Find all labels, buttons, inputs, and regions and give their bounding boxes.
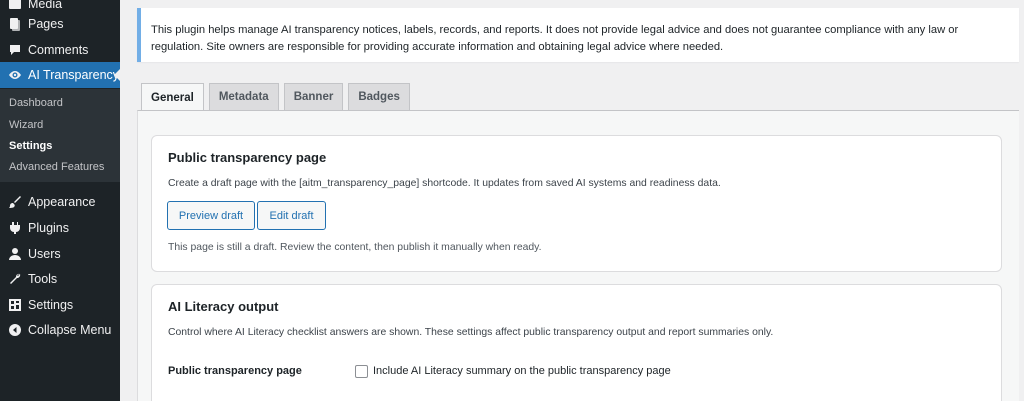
settings-icon xyxy=(8,298,22,312)
eye-icon xyxy=(8,68,22,82)
sidebar-item-label: Appearance xyxy=(28,195,96,209)
sidebar-item-collapse-menu[interactable]: Collapse Menu xyxy=(0,317,120,343)
sidebar-item-label: Pages xyxy=(28,17,64,31)
brush-icon xyxy=(8,195,22,209)
legal-notice-text: This plugin helps manage AI transparency… xyxy=(151,24,959,53)
media-icon xyxy=(8,0,22,11)
tab-general[interactable]: General xyxy=(141,83,204,111)
sidebar-item-label: AI Transparency xyxy=(28,68,120,82)
sidebar-item-appearance[interactable]: Appearance xyxy=(0,189,120,215)
sidebar-item-label: Plugins xyxy=(28,221,69,235)
card-description: Create a draft page with the [aitm_trans… xyxy=(168,178,721,189)
card-title: Public transparency page xyxy=(168,150,327,165)
sidebar-item-pages[interactable]: Pages xyxy=(0,11,120,37)
sidebar-item-label: Settings xyxy=(28,298,74,312)
user-icon xyxy=(8,247,22,261)
sidebar-item-plugins[interactable]: Plugins xyxy=(0,215,120,241)
sidebar-item-label: Collapse Menu xyxy=(28,323,112,337)
submenu-item-settings[interactable]: Settings xyxy=(9,140,52,152)
pages-icon xyxy=(8,17,22,31)
sidebar-item-label: Media xyxy=(28,0,63,11)
sidebar-item-tools[interactable]: Tools xyxy=(0,266,120,292)
ai-transparency-submenu: Dashboard Wizard Settings Advanced Featu… xyxy=(0,89,120,182)
submenu-item-dashboard[interactable]: Dashboard xyxy=(9,97,63,109)
preview-draft-button[interactable]: Preview draft xyxy=(167,201,255,230)
sidebar-item-label: Users xyxy=(28,247,61,261)
comments-icon xyxy=(8,43,22,57)
tab-metadata[interactable]: Metadata xyxy=(208,83,279,110)
card-description: Control where AI Literacy checklist answ… xyxy=(168,327,774,338)
submenu-item-advanced-features[interactable]: Advanced Features xyxy=(9,161,104,173)
card-title: AI Literacy output xyxy=(168,299,279,314)
setting-row-label: Public transparency page xyxy=(168,365,302,377)
ai-literacy-card: AI Literacy output Control where AI Lite… xyxy=(151,284,1002,401)
tab-badges[interactable]: Badges xyxy=(348,83,410,110)
include-literacy-checkbox-label[interactable]: Include AI Literacy summary on the publi… xyxy=(373,365,671,377)
sidebar-item-label: Tools xyxy=(28,272,58,286)
draft-status-note: This page is still a draft. Review the c… xyxy=(168,242,542,253)
wrench-icon xyxy=(8,272,22,286)
admin-sidebar: Media Pages Comments AI Transparency Das… xyxy=(0,0,120,401)
sidebar-item-users[interactable]: Users xyxy=(0,241,120,267)
legal-notice: This plugin helps manage AI transparency… xyxy=(137,8,1019,62)
active-indicator-arrow xyxy=(114,69,120,81)
include-literacy-checkbox[interactable] xyxy=(355,365,368,378)
tab-banner[interactable]: Banner xyxy=(283,83,344,110)
sidebar-item-label: Comments xyxy=(28,43,89,57)
settings-tabs: General Metadata Banner Badges xyxy=(141,83,415,111)
transparency-page-card: Public transparency page Create a draft … xyxy=(151,135,1002,272)
sidebar-item-ai-transparency[interactable]: AI Transparency xyxy=(0,62,120,88)
sidebar-item-comments[interactable]: Comments xyxy=(0,37,120,63)
edit-draft-button[interactable]: Edit draft xyxy=(257,201,326,230)
submenu-item-wizard[interactable]: Wizard xyxy=(9,119,43,131)
plugin-icon xyxy=(8,221,22,235)
sidebar-item-settings[interactable]: Settings xyxy=(0,292,120,318)
collapse-icon xyxy=(8,323,22,337)
